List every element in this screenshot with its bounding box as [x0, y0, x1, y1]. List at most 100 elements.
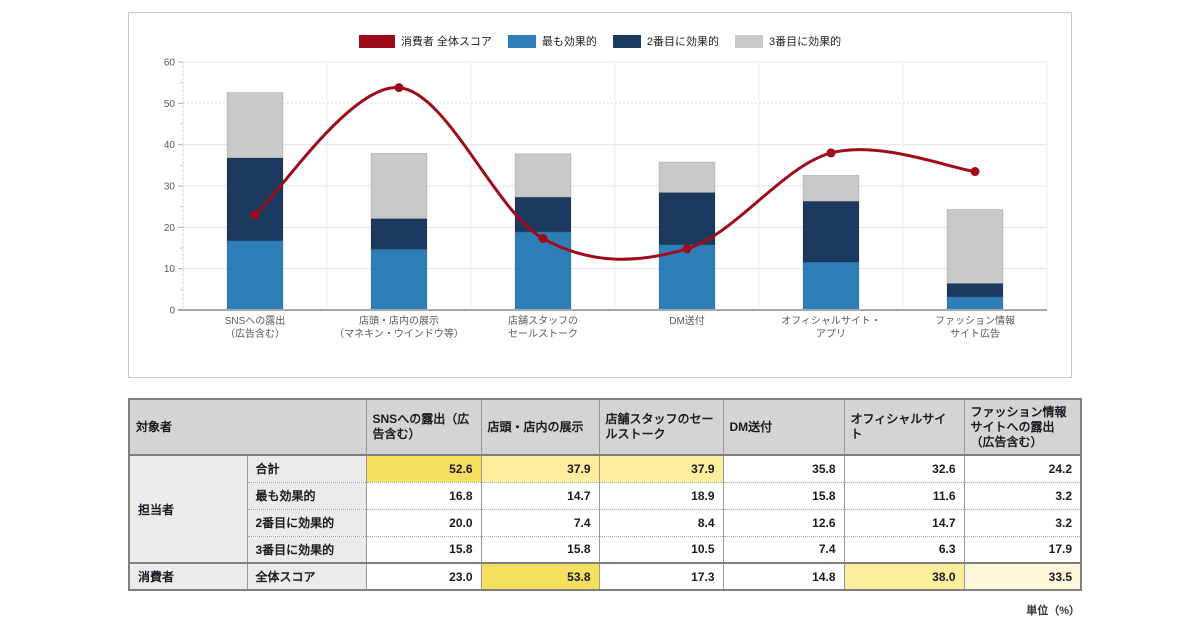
bar-segment [947, 210, 1003, 284]
legend-label: 3番目に効果的 [769, 33, 841, 49]
y-tick-label: 10 [164, 264, 176, 275]
legend-item: 2番目に効果的 [613, 33, 719, 49]
table-value-cell: 15.8 [481, 536, 599, 563]
table-row: 最も効果的16.814.718.915.811.63.2 [129, 482, 1081, 509]
table-value-cell: 11.6 [844, 482, 964, 509]
table-header-cell: ファッション情報サイトへの露出（広告含む） [964, 399, 1081, 455]
bar-segment [515, 232, 571, 310]
bar-segment [227, 158, 283, 241]
table-header-cell: オフィシャルサイト [844, 399, 964, 455]
table-value-cell: 24.2 [964, 455, 1081, 482]
line-point-marker [683, 244, 692, 253]
bar-segment [371, 219, 427, 250]
table-value-cell: 18.9 [599, 482, 723, 509]
table-row-label-cell: 全体スコア [247, 563, 366, 590]
y-tick-label: 60 [164, 58, 176, 69]
table-value-cell: 7.4 [481, 509, 599, 536]
legend-item: 消費者 全体スコア [359, 33, 492, 49]
table-value-cell: 32.6 [844, 455, 964, 482]
legend-swatch-icon [508, 35, 536, 48]
table-value-cell: 14.8 [723, 563, 844, 590]
unit-label: 単位（%） [930, 602, 1080, 618]
table-value-cell: 33.5 [964, 563, 1081, 590]
chart-panel: 消費者 全体スコア最も効果的2番目に効果的3番目に効果的 01020304050… [128, 12, 1072, 378]
table-header: 対象者SNSへの露出（広告含む）店頭・店内の展示店舗スタッフのセールストークDM… [129, 399, 1081, 455]
table-value-cell: 15.8 [723, 482, 844, 509]
table-row: 消費者全体スコア23.053.817.314.838.033.5 [129, 563, 1081, 590]
line-point-marker [395, 83, 404, 92]
x-axis-category-label: ファッション情報サイト広告 [903, 315, 1047, 341]
legend-item: 3番目に効果的 [735, 33, 841, 49]
legend-swatch-icon [359, 35, 395, 48]
table-value-cell: 3.2 [964, 509, 1081, 536]
table-value-cell: 37.9 [599, 455, 723, 482]
table-value-cell: 37.9 [481, 455, 599, 482]
table-header-row: 対象者SNSへの露出（広告含む）店頭・店内の展示店舗スタッフのセールストークDM… [129, 399, 1081, 455]
table-row-label-cell: 2番目に効果的 [247, 509, 366, 536]
x-axis-category-label: 店頭・店内の展示（マネキン・ウインドウ等） [327, 315, 471, 341]
y-tick-label: 50 [164, 99, 176, 110]
table-value-cell: 16.8 [366, 482, 481, 509]
table-row: 3番目に効果的15.815.810.57.46.317.9 [129, 536, 1081, 563]
bar-segment [659, 162, 715, 193]
table-value-cell: 38.0 [844, 563, 964, 590]
table-value-cell: 12.6 [723, 509, 844, 536]
line-point-marker [251, 210, 260, 219]
data-table: 対象者SNSへの露出（広告含む）店頭・店内の展示店舗スタッフのセールストークDM… [128, 398, 1082, 591]
table-group-cell: 担当者 [129, 455, 247, 563]
table-value-cell: 20.0 [366, 509, 481, 536]
y-tick-label: 0 [169, 306, 175, 317]
table-value-cell: 52.6 [366, 455, 481, 482]
table-row: 担当者合計52.637.937.935.832.624.2 [129, 455, 1081, 482]
legend-label: 2番目に効果的 [647, 33, 719, 49]
table-header-cell: 店舗スタッフのセールストーク [599, 399, 723, 455]
bar-segment [803, 262, 859, 310]
x-axis-category-label: 店舗スタッフのセールストーク [471, 315, 615, 341]
legend-swatch-icon [613, 35, 641, 48]
line-point-marker [971, 167, 980, 176]
legend-swatch-icon [735, 35, 763, 48]
table-row-label-cell: 最も効果的 [247, 482, 366, 509]
bar-segment [227, 93, 283, 158]
legend-item: 最も効果的 [508, 33, 597, 49]
table-value-cell: 10.5 [599, 536, 723, 563]
x-axis-category-label: DM送付 [615, 315, 759, 328]
table-value-cell: 17.9 [964, 536, 1081, 563]
table-value-cell: 23.0 [366, 563, 481, 590]
table-value-cell: 15.8 [366, 536, 481, 563]
x-axis-category-label: オフィシャルサイト・アプリ [759, 315, 903, 341]
table-header-cell: DM送付 [723, 399, 844, 455]
bar-segment [803, 175, 859, 201]
table-value-cell: 17.3 [599, 563, 723, 590]
y-tick-label: 20 [164, 223, 176, 234]
bar-segment [515, 197, 571, 232]
table-value-cell: 14.7 [844, 509, 964, 536]
bar-segment [659, 193, 715, 245]
bar-segment [515, 154, 571, 197]
bar-segment [803, 201, 859, 262]
table-value-cell: 53.8 [481, 563, 599, 590]
legend-label: 最も効果的 [542, 33, 597, 49]
y-tick-label: 30 [164, 182, 176, 193]
legend-label: 消費者 全体スコア [401, 33, 492, 49]
line-point-marker [827, 148, 836, 157]
table-header-cell: SNSへの露出（広告含む） [366, 399, 481, 455]
bar-segment [947, 284, 1003, 297]
table-row-label-cell: 合計 [247, 455, 366, 482]
table-row-label-cell: 3番目に効果的 [247, 536, 366, 563]
table-header-cell: 対象者 [129, 399, 366, 455]
table-body: 担当者合計52.637.937.935.832.624.2最も効果的16.814… [129, 455, 1081, 590]
bar-segment [371, 153, 427, 218]
x-axis-category-label: SNSへの露出（広告含む） [183, 315, 327, 341]
line-point-marker [539, 234, 548, 243]
table-header-cell: 店頭・店内の展示 [481, 399, 599, 455]
table-value-cell: 8.4 [599, 509, 723, 536]
table-value-cell: 3.2 [964, 482, 1081, 509]
table-value-cell: 6.3 [844, 536, 964, 563]
chart-legend: 消費者 全体スコア 最も効果的 2番目に効果的 3番目に効果的 [129, 33, 1071, 49]
bar-segment [371, 249, 427, 310]
table-value-cell: 7.4 [723, 536, 844, 563]
bar-segment [227, 241, 283, 310]
table-group-cell: 消費者 [129, 563, 247, 590]
table-value-cell: 14.7 [481, 482, 599, 509]
